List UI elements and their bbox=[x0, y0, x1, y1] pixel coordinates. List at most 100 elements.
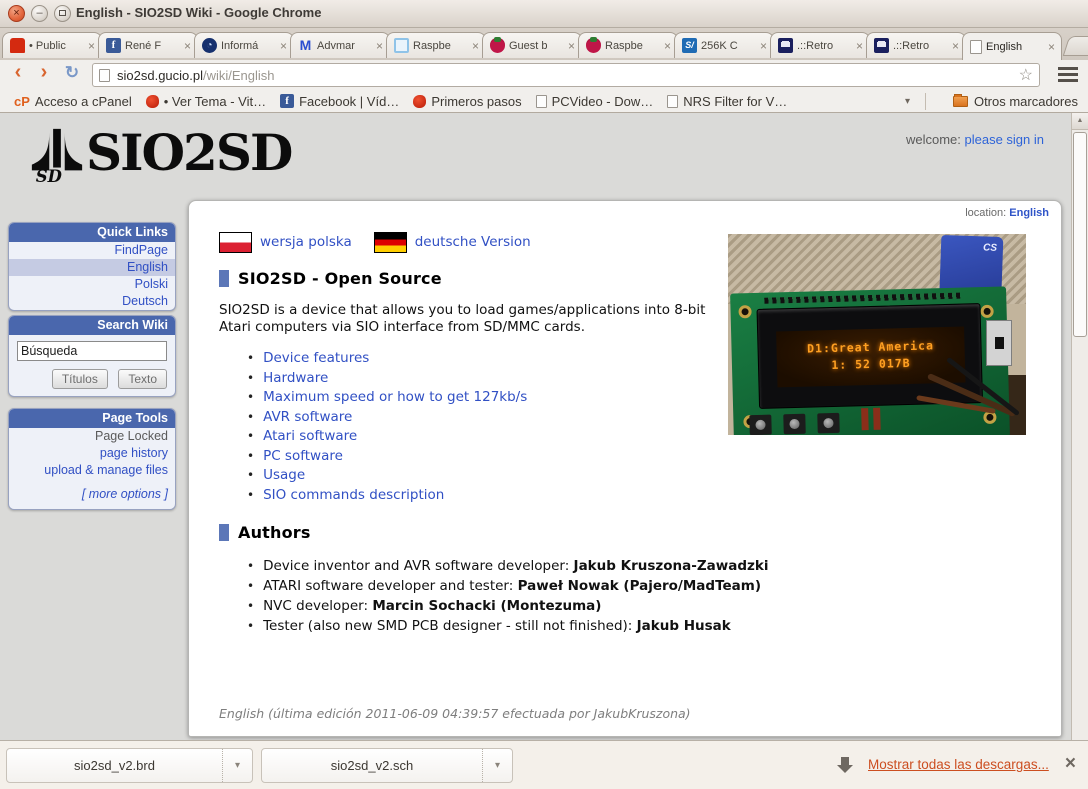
forward-button[interactable]: › bbox=[32, 61, 56, 84]
tab-raspbe-1[interactable]: Raspbe × bbox=[386, 32, 486, 58]
bookmark-facebook[interactable]: f Facebook | Víd… bbox=[280, 94, 399, 109]
tab-256k[interactable]: S/ 256K C × bbox=[674, 32, 774, 58]
tab-close-icon[interactable]: × bbox=[758, 40, 769, 52]
pixel-creature-icon bbox=[10, 38, 25, 53]
bookmarks-overflow-icon[interactable]: ▾ bbox=[905, 96, 910, 107]
bookmark-nrs[interactable]: NRS Filter for V… bbox=[667, 94, 787, 109]
polish-version-link[interactable]: wersja polska bbox=[260, 234, 352, 250]
tab-public[interactable]: • Public × bbox=[2, 32, 102, 58]
window-close-button[interactable]: × bbox=[8, 5, 25, 22]
svg-text:SD: SD bbox=[36, 167, 63, 183]
download-dropdown-icon[interactable]: ▾ bbox=[222, 749, 252, 782]
text-button[interactable]: Texto bbox=[118, 369, 167, 389]
scrollbar-thumb[interactable] bbox=[1073, 132, 1087, 337]
avr-software-link[interactable]: AVR software bbox=[263, 409, 352, 425]
url-text[interactable]: sio2sd.gucio.pl/wiki/English bbox=[117, 68, 1019, 83]
download-bar-close-icon[interactable]: × bbox=[1065, 753, 1076, 775]
bookmark-ver-tema[interactable]: • Ver Tema - Vit… bbox=[145, 94, 266, 109]
sidebar-item-polski[interactable]: Polski bbox=[135, 277, 168, 291]
facebook-icon: f bbox=[106, 38, 121, 53]
tab-close-icon[interactable]: × bbox=[374, 40, 385, 52]
bookmark-pcvideo[interactable]: PCVideo - Dow… bbox=[535, 94, 653, 109]
button-2 bbox=[783, 413, 806, 435]
tab-informa[interactable]: ◔ Informá × bbox=[194, 32, 294, 58]
show-all-downloads-link[interactable]: Mostrar todas las descargas... bbox=[868, 757, 1049, 772]
page-history-link[interactable]: page history bbox=[100, 446, 168, 460]
download-item-brd[interactable]: sio2sd_v2.brd ▾ bbox=[6, 748, 253, 783]
hardware-link[interactable]: Hardware bbox=[263, 370, 328, 386]
red-creature-icon bbox=[413, 94, 427, 108]
location-english-link[interactable]: English bbox=[1009, 207, 1049, 219]
poland-flag-icon[interactable] bbox=[219, 231, 252, 253]
sidebar-item-deutsch[interactable]: Deutsch bbox=[122, 294, 168, 308]
author-item: Tester (also new SMD PCB designer - stil… bbox=[247, 616, 1033, 636]
page-locked-label: Page Locked bbox=[95, 429, 168, 443]
tab-close-icon[interactable]: × bbox=[662, 40, 673, 52]
more-options-link[interactable]: [ more options ] bbox=[82, 487, 168, 501]
tab-close-icon[interactable]: × bbox=[470, 40, 481, 52]
download-dropdown-icon[interactable]: ▾ bbox=[482, 749, 512, 782]
sidebar-item-findpage[interactable]: FindPage bbox=[114, 243, 168, 257]
authors-list: Device inventor and AVR software develop… bbox=[247, 556, 1033, 636]
bookmark-star-icon[interactable]: ☆ bbox=[1019, 65, 1033, 85]
page-scrollbar[interactable]: ▲ bbox=[1071, 113, 1088, 740]
upload-manage-files-link[interactable]: upload & manage files bbox=[44, 463, 168, 477]
window-minimize-button[interactable]: – bbox=[31, 5, 48, 22]
bookmark-cpanel[interactable]: cP Acceso a cPanel bbox=[14, 94, 132, 109]
tab-close-icon[interactable]: × bbox=[1046, 41, 1057, 53]
window-maximize-button[interactable] bbox=[54, 5, 71, 22]
back-button[interactable]: ‹ bbox=[6, 61, 30, 84]
germany-flag-icon[interactable] bbox=[373, 231, 407, 253]
usage-link[interactable]: Usage bbox=[263, 467, 305, 483]
german-version-link[interactable]: deutsche Version bbox=[415, 234, 531, 250]
reload-button[interactable]: ↻ bbox=[60, 63, 84, 83]
tab-english-active[interactable]: English × bbox=[962, 32, 1062, 60]
sio2sd-logo: SD SIO2SD bbox=[28, 125, 293, 183]
maximum-speed-link[interactable]: Maximum speed or how to get 127kb/s bbox=[263, 389, 527, 405]
address-bar[interactable]: sio2sd.gucio.pl/wiki/English ☆ bbox=[92, 63, 1040, 87]
letter-m-icon: M bbox=[299, 37, 312, 53]
tab-raspbe-2[interactable]: Raspbe × bbox=[578, 32, 678, 58]
bookmarks-divider bbox=[925, 93, 926, 110]
other-bookmarks-button[interactable]: Otros marcadores bbox=[952, 93, 1078, 109]
search-input[interactable] bbox=[17, 341, 167, 361]
bookmark-primeros[interactable]: Primeros pasos bbox=[413, 94, 522, 109]
tab-close-icon[interactable]: × bbox=[854, 40, 865, 52]
bird-icon bbox=[145, 94, 159, 108]
tab-close-icon[interactable]: × bbox=[566, 40, 577, 52]
titles-button[interactable]: Títulos bbox=[51, 369, 108, 389]
list-item: Usage bbox=[247, 466, 1033, 486]
tab-retro-2[interactable]: .::Retro × bbox=[866, 32, 966, 58]
pc-software-link[interactable]: PC software bbox=[263, 448, 343, 464]
sidebar-item-english[interactable]: English bbox=[127, 260, 168, 274]
tab-close-icon[interactable]: × bbox=[86, 40, 97, 52]
authors-title: Authors bbox=[238, 523, 311, 542]
device-features-link[interactable]: Device features bbox=[263, 350, 369, 366]
tab-close-icon[interactable]: × bbox=[278, 40, 289, 52]
document-icon bbox=[667, 94, 679, 108]
atari-software-link[interactable]: Atari software bbox=[263, 428, 357, 444]
search-wiki-title: Search Wiki bbox=[9, 316, 175, 335]
search-wiki-box: Search Wiki Títulos Texto bbox=[8, 315, 176, 397]
download-item-sch[interactable]: sio2sd_v2.sch ▾ bbox=[261, 748, 513, 783]
invader-icon bbox=[874, 38, 889, 53]
quick-links-title: Quick Links bbox=[9, 223, 175, 242]
tab-close-icon[interactable]: × bbox=[950, 40, 961, 52]
new-tab-button[interactable] bbox=[1062, 36, 1088, 56]
raspberry-icon bbox=[586, 37, 601, 53]
tab-rene[interactable]: f René F × bbox=[98, 32, 198, 58]
tab-retro-1[interactable]: .::Retro × bbox=[770, 32, 870, 58]
last-edited-footer: English (última edición 2011-06-09 04:39… bbox=[219, 706, 691, 721]
tab-advmar[interactable]: M Advmar × bbox=[290, 32, 390, 58]
sio-commands-link[interactable]: SIO commands description bbox=[263, 487, 444, 503]
sign-in-link[interactable]: please sign in bbox=[965, 132, 1045, 147]
tab-guest[interactable]: Guest b × bbox=[482, 32, 582, 58]
tab-close-icon[interactable]: × bbox=[182, 40, 193, 52]
navigation-toolbar: ‹ › ↻ sio2sd.gucio.pl/wiki/English ☆ bbox=[0, 60, 1088, 90]
heading-marker bbox=[219, 524, 229, 541]
location-indicator: location: English bbox=[965, 207, 1049, 219]
author-item: Device inventor and AVR software develop… bbox=[247, 556, 1033, 576]
chrome-menu-icon[interactable] bbox=[1058, 67, 1078, 70]
scroll-up-icon[interactable]: ▲ bbox=[1072, 113, 1088, 130]
download-arrow-icon bbox=[837, 757, 853, 773]
